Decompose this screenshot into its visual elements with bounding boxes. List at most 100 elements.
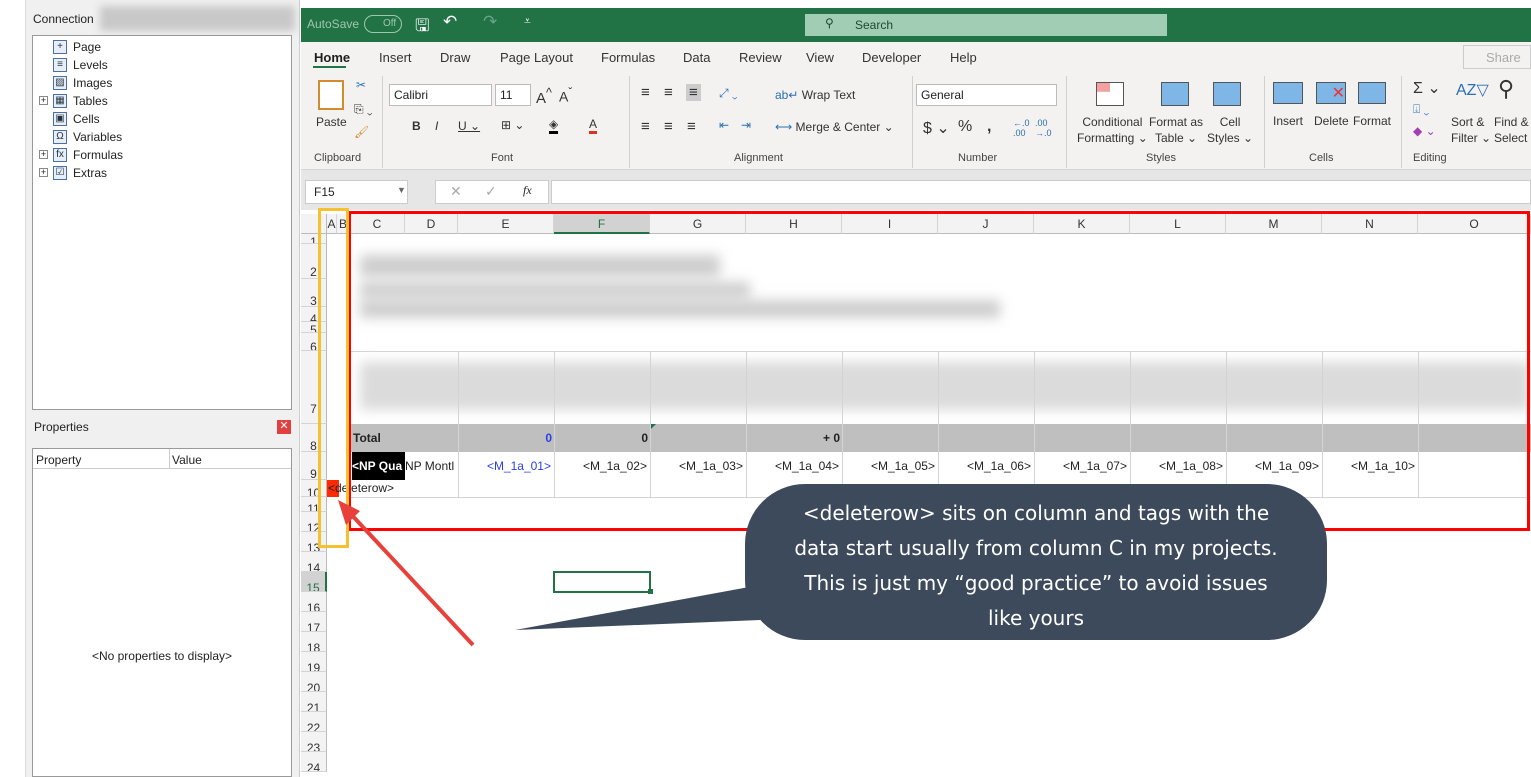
enter-icon[interactable]: ✓	[485, 183, 497, 200]
autosave-toggle[interactable]: Off	[364, 15, 402, 33]
tab-view[interactable]: View	[806, 50, 834, 65]
tree-item-images[interactable]: ▨ Images	[53, 74, 112, 92]
find-select-button[interactable]: Find &Select ⌄	[1494, 114, 1531, 146]
percent-icon[interactable]: %	[958, 118, 972, 136]
no-properties-text: <No properties to display>	[91, 649, 233, 663]
tab-page-layout[interactable]: Page Layout	[500, 50, 573, 65]
insert-button[interactable]: Insert	[1273, 114, 1303, 128]
decrease-decimal-icon[interactable]: .00 →.0	[1035, 118, 1052, 138]
row-header-16[interactable]: 16	[301, 592, 327, 612]
increase-indent-icon[interactable]: ⇥	[741, 118, 751, 132]
formula-input[interactable]	[551, 180, 1531, 204]
name-box-dropdown-icon[interactable]: ▼	[397, 185, 406, 195]
number-format-select[interactable]: General	[916, 84, 1057, 106]
redo-icon[interactable]: ↷	[483, 12, 497, 32]
tab-formulas[interactable]: Formulas	[601, 50, 655, 65]
merge-icon: ⟷	[775, 120, 796, 134]
align-right-icon[interactable]: ≡	[687, 118, 696, 135]
share-button[interactable]: Share	[1463, 45, 1531, 69]
row-header-21[interactable]: 21	[301, 692, 327, 712]
increase-decimal-icon[interactable]: ←.0.00	[1013, 118, 1030, 138]
tree-item-variables[interactable]: Ω Variables	[53, 128, 122, 146]
tab-draw[interactable]: Draw	[440, 50, 470, 65]
decrease-font-icon[interactable]: Aˇ	[559, 86, 572, 105]
clear-icon[interactable]: ◆ ⌄	[1413, 124, 1436, 138]
autosum-icon[interactable]: Σ ⌄	[1413, 78, 1441, 98]
paste-button[interactable]: Paste	[316, 115, 347, 129]
tab-insert[interactable]: Insert	[379, 50, 412, 65]
row-header-19[interactable]: 19	[301, 652, 327, 672]
row-header-18[interactable]: 18	[301, 632, 327, 652]
align-bottom-icon[interactable]: ≡	[686, 84, 701, 101]
customize-qat-icon[interactable]: ⩡	[524, 14, 531, 29]
tab-review[interactable]: Review	[739, 50, 782, 65]
close-icon[interactable]: ✕	[277, 420, 291, 434]
row-header-22[interactable]: 22	[301, 712, 327, 732]
format-button[interactable]: Format	[1353, 114, 1391, 128]
sort-filter-button[interactable]: Sort & Filter ⌄	[1451, 114, 1491, 146]
delete-button[interactable]: Delete	[1314, 114, 1349, 128]
align-center-icon[interactable]: ≡	[664, 118, 673, 135]
underline-button[interactable]: U ⌄	[458, 119, 480, 133]
wrap-text-button[interactable]: ab↵ Wrap Text	[775, 88, 855, 102]
value-column-header: Value	[172, 453, 202, 467]
tree-item-extras[interactable]: ☑ Extras	[53, 164, 107, 182]
cell-styles-button[interactable]: Cell Styles ⌄	[1207, 114, 1253, 146]
merge-center-button[interactable]: ⟷ Merge & Center ⌄	[775, 120, 894, 134]
expand-icon[interactable]: +	[39, 96, 48, 105]
tab-home[interactable]: Home	[314, 50, 350, 65]
italic-button[interactable]: I	[435, 119, 438, 133]
row-header-23[interactable]: 23	[301, 732, 327, 752]
comma-icon[interactable]: ,	[987, 118, 991, 136]
connection-tab[interactable]: Connection	[33, 12, 94, 26]
decrease-indent-icon[interactable]: ⇤	[719, 118, 729, 132]
cancel-icon[interactable]: ✕	[450, 183, 462, 200]
insert-function-icon[interactable]: fx	[523, 183, 532, 198]
tab-help[interactable]: Help	[950, 50, 977, 65]
align-left-icon[interactable]: ≡	[641, 118, 650, 135]
group-label-alignment: Alignment	[734, 152, 783, 164]
currency-icon[interactable]: $ ⌄	[923, 118, 950, 138]
row-header-14[interactable]: 14	[301, 552, 327, 572]
row-header-15[interactable]: 15	[301, 572, 327, 592]
tree-item-page[interactable]: + Page	[53, 38, 101, 56]
font-name-select[interactable]: Calibri	[389, 84, 492, 106]
fill-color-icon[interactable]: ◈	[549, 117, 559, 134]
tree-item-levels[interactable]: ≡ Levels	[53, 56, 108, 74]
property-column-header: Property	[36, 453, 82, 467]
bold-button[interactable]: B	[412, 119, 421, 133]
fill-icon[interactable]: ⍗ ⌄	[1413, 102, 1429, 117]
expand-icon[interactable]: +	[39, 168, 48, 177]
tab-data[interactable]: Data	[683, 50, 710, 65]
font-size-select[interactable]: 11	[495, 84, 531, 106]
row-header-24[interactable]: 24	[301, 752, 327, 772]
callout-line: <deleterow> sits on column and tags with…	[802, 501, 1270, 525]
paste-icon[interactable]	[318, 80, 344, 110]
align-middle-icon[interactable]: ≡	[664, 84, 673, 101]
conditional-formatting-button[interactable]: Conditional Formatting ⌄	[1077, 114, 1148, 146]
cut-icon[interactable]: ✂	[356, 78, 366, 92]
element-tree[interactable]: + Page ≡ Levels ▨ Images + ▦ Tables ▣ Cells Ω Variab…	[32, 35, 292, 410]
save-icon[interactable]: 🖫	[415, 13, 429, 42]
format-painter-icon[interactable]: 🖌	[354, 125, 369, 139]
borders-icon[interactable]: ⊞ ⌄	[501, 118, 524, 132]
font-color-icon[interactable]: A	[589, 117, 598, 134]
tree-item-formulas[interactable]: fx Formulas	[53, 146, 123, 164]
name-box[interactable]: F15	[305, 180, 408, 204]
merge-center-label: Merge & Center	[795, 120, 881, 134]
format-as-table-button[interactable]: Format as Table ⌄	[1149, 114, 1203, 146]
row-header-17[interactable]: 17	[301, 612, 327, 632]
orientation-icon[interactable]: ⤢ ⌄	[719, 86, 738, 101]
undo-icon[interactable]: ↶	[443, 12, 457, 32]
expand-icon[interactable]: +	[39, 150, 48, 159]
row-header-20[interactable]: 20	[301, 672, 327, 692]
copy-icon[interactable]: ⎘ ⌄	[354, 102, 373, 117]
tab-developer[interactable]: Developer	[862, 50, 921, 65]
tree-item-tables[interactable]: ▦ Tables	[53, 92, 108, 110]
align-top-icon[interactable]: ≡	[641, 84, 650, 101]
tree-item-cells[interactable]: ▣ Cells	[53, 110, 100, 128]
increase-font-icon[interactable]: A^	[536, 86, 552, 107]
tree-item-label: Tables	[73, 94, 108, 108]
search-box[interactable]: ⚲ Search	[805, 14, 1167, 36]
tree-item-label: Cells	[73, 112, 100, 126]
